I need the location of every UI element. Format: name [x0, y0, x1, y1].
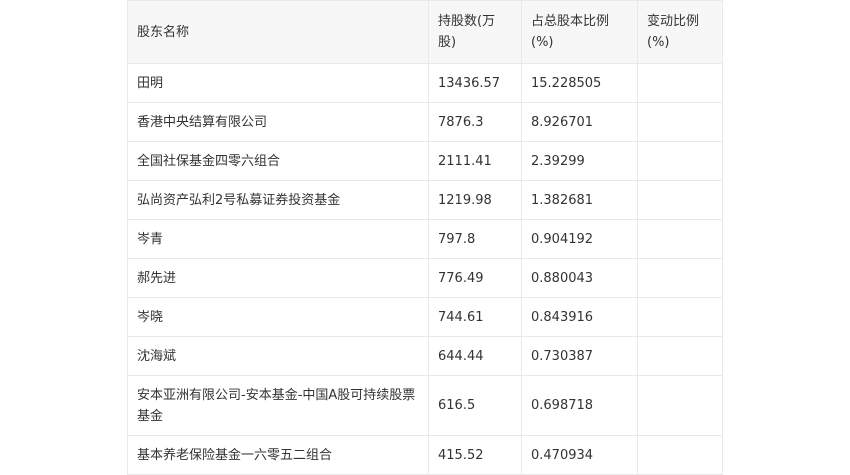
shares-cell: 776.49 — [428, 258, 522, 298]
change-cell — [637, 219, 723, 259]
holder-name-cell: 全国社保基金四零六组合 — [127, 141, 429, 181]
holder-name-cell: 弘尚资产弘利2号私募证券投资基金 — [127, 180, 429, 220]
ratio-cell: 0.470934 — [521, 435, 638, 475]
header-holder-name: 股东名称 — [127, 0, 429, 64]
shares-cell: 797.8 — [428, 219, 522, 259]
holder-name-cell: 岑青 — [127, 219, 429, 259]
shares-cell: 13436.57 — [428, 63, 522, 103]
holder-name-cell: 岑晓 — [127, 297, 429, 337]
shares-cell: 7876.3 — [428, 102, 522, 142]
shares-cell: 415.52 — [428, 435, 522, 475]
ratio-cell: 0.843916 — [521, 297, 638, 337]
ratio-cell: 2.39299 — [521, 141, 638, 181]
ratio-cell: 0.698718 — [521, 375, 638, 436]
change-cell — [637, 435, 723, 475]
header-ratio: 占总股本比例(%) — [521, 0, 638, 64]
table-row: 田明 13436.57 15.228505 — [127, 63, 723, 103]
holder-name-cell: 田明 — [127, 63, 429, 103]
table-row: 沈海斌 644.44 0.730387 — [127, 336, 723, 376]
table-row: 岑晓 744.61 0.843916 — [127, 297, 723, 337]
table-row: 岑青 797.8 0.904192 — [127, 219, 723, 259]
change-cell — [637, 63, 723, 103]
shares-cell: 2111.41 — [428, 141, 522, 181]
table-row: 基本养老保险基金一六零五二组合 415.52 0.470934 — [127, 435, 723, 475]
holder-name-cell: 沈海斌 — [127, 336, 429, 376]
shares-cell: 644.44 — [428, 336, 522, 376]
change-cell — [637, 141, 723, 181]
table-row: 香港中央结算有限公司 7876.3 8.926701 — [127, 102, 723, 142]
table-row: 安本亚洲有限公司-安本基金-中国A股可持续股票基金 616.5 0.698718 — [127, 375, 723, 436]
ratio-cell: 0.730387 — [521, 336, 638, 376]
shares-cell: 616.5 — [428, 375, 522, 436]
change-cell — [637, 258, 723, 298]
holder-name-cell: 郝先进 — [127, 258, 429, 298]
table-row: 郝先进 776.49 0.880043 — [127, 258, 723, 298]
change-cell — [637, 102, 723, 142]
ratio-cell: 15.228505 — [521, 63, 638, 103]
shareholder-table: 股东名称 持股数(万股) 占总股本比例(%) 变动比例(%) 田明 13436.… — [127, 0, 723, 475]
table-row: 弘尚资产弘利2号私募证券投资基金 1219.98 1.382681 — [127, 180, 723, 220]
holder-name-cell: 安本亚洲有限公司-安本基金-中国A股可持续股票基金 — [127, 375, 429, 436]
header-shares: 持股数(万股) — [428, 0, 522, 64]
ratio-cell: 8.926701 — [521, 102, 638, 142]
ratio-cell: 0.904192 — [521, 219, 638, 259]
shares-cell: 744.61 — [428, 297, 522, 337]
change-cell — [637, 180, 723, 220]
table-row: 全国社保基金四零六组合 2111.41 2.39299 — [127, 141, 723, 181]
header-change: 变动比例(%) — [637, 0, 723, 64]
change-cell — [637, 375, 723, 436]
ratio-cell: 0.880043 — [521, 258, 638, 298]
change-cell — [637, 297, 723, 337]
holder-name-cell: 香港中央结算有限公司 — [127, 102, 429, 142]
holder-name-cell: 基本养老保险基金一六零五二组合 — [127, 435, 429, 475]
table-header-row: 股东名称 持股数(万股) 占总股本比例(%) 变动比例(%) — [127, 0, 723, 64]
ratio-cell: 1.382681 — [521, 180, 638, 220]
shares-cell: 1219.98 — [428, 180, 522, 220]
change-cell — [637, 336, 723, 376]
